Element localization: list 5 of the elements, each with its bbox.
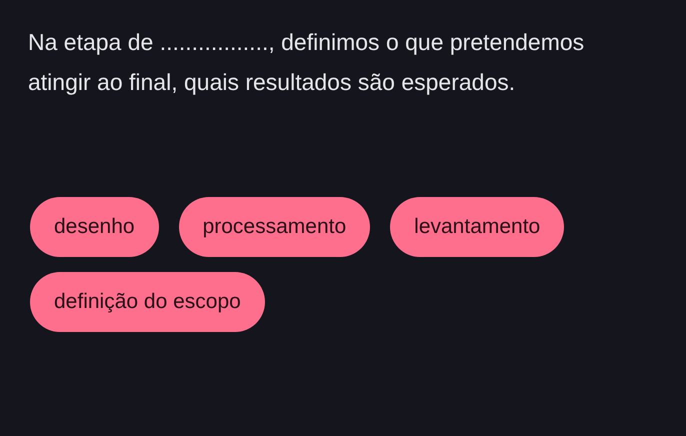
answer-option[interactable]: definição do escopo	[30, 272, 265, 332]
question-text: Na etapa de ................., definimos o que pretendemos atingir ao final, quais resultados são esperados.	[28, 28, 586, 97]
answer-option[interactable]: levantamento	[390, 197, 564, 257]
answer-option[interactable]: processamento	[178, 197, 370, 257]
answer-option[interactable]: desenho	[30, 197, 159, 257]
